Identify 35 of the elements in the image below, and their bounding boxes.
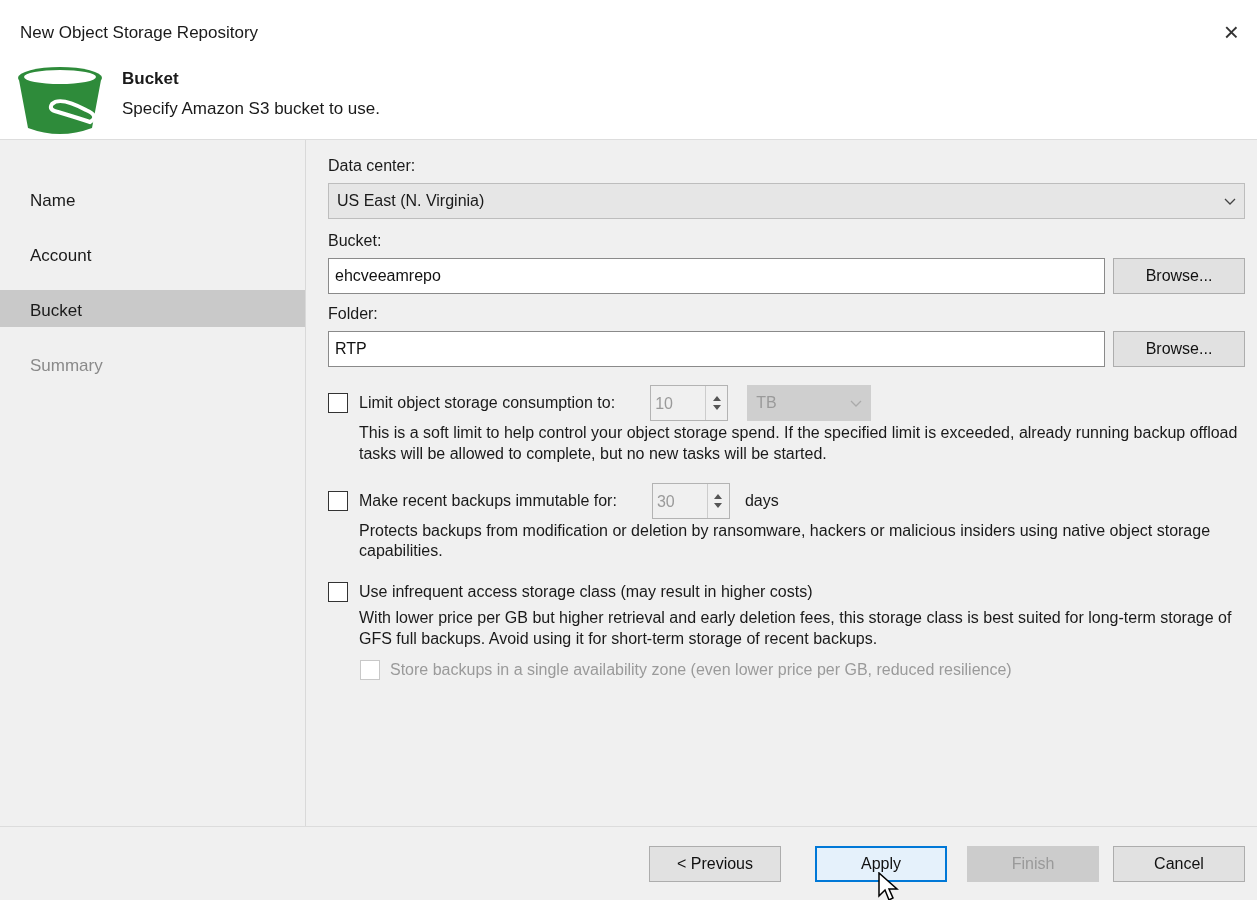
step-subtitle: Specify Amazon S3 bucket to use. (122, 97, 380, 120)
folder-field[interactable]: RTP (328, 331, 1105, 367)
bucket-field[interactable]: ehcveeamrepo (328, 258, 1105, 294)
field-label: Folder: (328, 304, 378, 324)
spin-arrows-icon (714, 492, 723, 509)
wizard-button[interactable]: Apply (815, 845, 947, 882)
chevron-down-icon (1224, 197, 1236, 206)
window-title: New Object Storage Repository (20, 22, 259, 44)
option-description: Protects backups from modification or deletion by ransomware, hackers or malicious insiders using native object storage capabilities. (358, 520, 1212, 562)
bucket-icon (16, 66, 104, 136)
data-center-dropdown[interactable]: US East (N. Virginia) (328, 183, 1245, 219)
chevron-down-icon (850, 399, 863, 408)
browse-button[interactable]: Browse... (1113, 258, 1245, 294)
wizard-step[interactable]: Name (0, 180, 305, 217)
option-description: With lower price per GB but higher retrieval and early deletion fees, this storage class is best suited for long-term storage of GFS full backups. Avoid using it for short-term storage of recent backups. (358, 608, 1233, 649)
option-description: This is a soft limit to help control your object storage spend. If the specified limit is exceeded, already running backup offload tasks will be allowed to complete, but no new tasks will be started. (358, 423, 1239, 464)
mouse-cursor-icon (878, 872, 900, 900)
checkbox[interactable] (328, 393, 348, 413)
option-label: Limit object storage consumption to: (359, 393, 616, 413)
checkbox[interactable] (328, 582, 348, 603)
spin-arrows-icon (712, 395, 721, 411)
wizard-step[interactable]: Account (0, 235, 305, 272)
wizard-button[interactable]: Cancel (1113, 845, 1245, 882)
browse-button[interactable]: Browse... (1113, 331, 1245, 367)
option-label: Use infrequent access storage class (may result in higher costs) (359, 582, 813, 603)
unit-label: days (744, 490, 779, 511)
option-label: Store backups in a single availability zone (even lower price per GB, reduced resilience) (390, 659, 1012, 680)
option-label: Make recent backups immutable for: (359, 490, 617, 511)
checkbox[interactable] (328, 490, 348, 511)
step-title: Bucket (122, 68, 180, 90)
close-button[interactable]: × (1219, 20, 1243, 44)
field-label: Bucket: (328, 231, 382, 251)
wizard-button[interactable]: < Previous (649, 845, 781, 882)
wizard-step[interactable]: Bucket (0, 290, 305, 327)
field-label: Data center: (328, 156, 416, 176)
